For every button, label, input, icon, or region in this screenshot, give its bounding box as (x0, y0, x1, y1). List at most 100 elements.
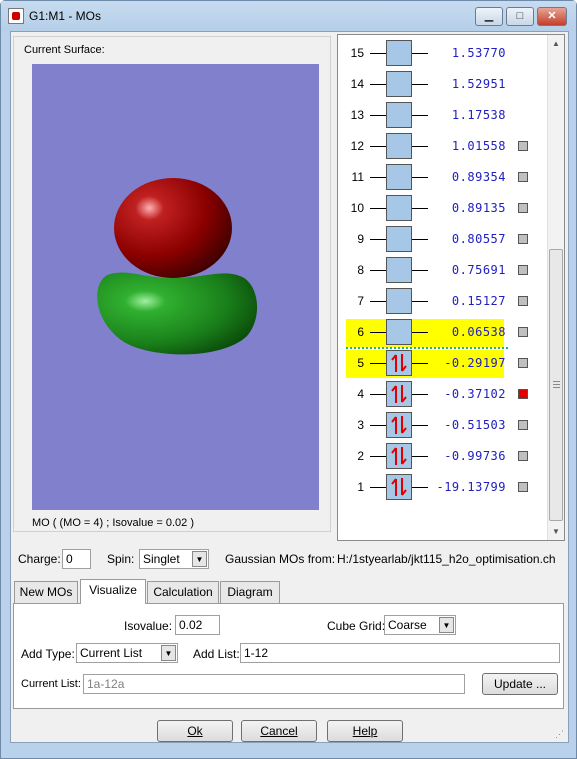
mo-level-line-right (412, 363, 428, 364)
current-list-input: 1a-12a (83, 674, 465, 694)
mo-orbital-box[interactable] (386, 412, 412, 438)
mo-energy: -0.51503 (444, 418, 506, 432)
mo-level-line-right (412, 301, 428, 302)
mo-row[interactable]: 12 1.01558 (338, 133, 548, 159)
mo-row[interactable]: 3 -0.51503 (338, 412, 548, 438)
help-button[interactable]: Help (327, 720, 403, 742)
mo-number: 13 (350, 108, 364, 122)
mo-select-square[interactable] (518, 482, 528, 492)
help-label: Help (352, 724, 378, 738)
red-lobe (114, 178, 232, 278)
chevron-down-icon[interactable]: ▼ (192, 551, 207, 567)
update-button[interactable]: Update ... (482, 673, 558, 695)
mo-energy: 0.89135 (451, 201, 506, 215)
cube-grid-select[interactable]: Coarse ▼ (384, 615, 456, 635)
charge-input[interactable]: 0 (62, 549, 91, 569)
mo-energy-list[interactable]: 15 1.53770 14 1.52951 13 1.17538 12 1.01558 11 0.… (337, 34, 565, 541)
tab-diagram[interactable]: Diagram (220, 581, 280, 603)
scroll-down-icon[interactable]: ▼ (548, 523, 564, 540)
mo-level-line-right (412, 177, 428, 178)
mo-row[interactable]: 14 1.52951 (338, 71, 548, 97)
mo-row[interactable]: 5 -0.29197 (338, 350, 548, 378)
mo-orbital-box[interactable] (386, 133, 412, 159)
electron-pair-icon (391, 478, 407, 496)
ok-button[interactable]: Ok (157, 720, 233, 742)
mo-select-square[interactable] (518, 141, 528, 151)
mo-row[interactable]: 11 0.89354 (338, 164, 548, 190)
chevron-down-icon[interactable]: ▼ (161, 645, 176, 661)
cancel-label: Cancel (260, 724, 298, 738)
mo-select-square[interactable] (518, 327, 528, 337)
mo-level-line-right (412, 239, 428, 240)
mo-level-line-left (370, 301, 386, 302)
mo-select-square[interactable] (518, 172, 528, 182)
mo-list-scrollbar[interactable]: ▲ ▼ (547, 35, 564, 540)
mo-orbital-box[interactable] (386, 381, 412, 407)
mo-select-square[interactable] (518, 389, 528, 399)
electron-pair-icon (391, 447, 407, 465)
chevron-down-icon[interactable]: ▼ (439, 617, 454, 633)
mo-select-square[interactable] (518, 265, 528, 275)
mo-select-square[interactable] (518, 451, 528, 461)
add-type-select[interactable]: Current List ▼ (76, 643, 178, 663)
scroll-up-icon[interactable]: ▲ (548, 35, 564, 52)
scrollbar-thumb[interactable] (549, 249, 563, 521)
mo-orbital-box[interactable] (386, 71, 412, 97)
mo-select-square[interactable] (518, 296, 528, 306)
mo-select-square[interactable] (518, 358, 528, 368)
mo-number: 4 (357, 387, 364, 401)
mo-select-square[interactable] (518, 420, 528, 430)
mo-orbital-box[interactable] (386, 288, 412, 314)
mo-row[interactable]: 7 0.15127 (338, 288, 548, 314)
mo-row[interactable]: 1 -19.13799 (338, 474, 548, 500)
mo-energy: -0.99736 (444, 449, 506, 463)
mo-orbital-box[interactable] (386, 102, 412, 128)
mo-number: 3 (357, 418, 364, 432)
tab-new-mos[interactable]: New MOs (14, 581, 78, 603)
mo-row[interactable]: 15 1.53770 (338, 40, 548, 66)
mo-level-line-right (412, 425, 428, 426)
resize-grip-icon[interactable]: ⋰ (555, 729, 564, 740)
mo-select-square[interactable] (518, 203, 528, 213)
mo-orbital-box[interactable] (386, 474, 412, 500)
tab-visualize[interactable]: Visualize (80, 579, 146, 604)
cancel-button[interactable]: Cancel (241, 720, 317, 742)
mo-level-line-right (412, 115, 428, 116)
mo-orbital-box[interactable] (386, 257, 412, 283)
mo-orbital-box[interactable] (386, 40, 412, 66)
mo-level-line-right (412, 53, 428, 54)
tab-calculation[interactable]: Calculation (147, 581, 219, 603)
mo-level-line-right (412, 146, 428, 147)
mo-row[interactable]: 8 0.75691 (338, 257, 548, 283)
mo-row[interactable]: 13 1.17538 (338, 102, 548, 128)
mo-level-line-left (370, 456, 386, 457)
surface-caption: MO ( (MO = 4) ; Isovalue = 0.02 ) (32, 517, 194, 529)
mo-row[interactable]: 2 -0.99736 (338, 443, 548, 469)
title-bar[interactable]: G1:M1 - MOs ▁ □ ✕ (1, 1, 576, 31)
mo-energy: -19.13799 (436, 480, 506, 494)
mo-level-line-right (412, 208, 428, 209)
mo-orbital-box[interactable] (386, 226, 412, 252)
mo-row[interactable]: 6 0.06538 (338, 319, 548, 347)
mo-orbital-box[interactable] (386, 164, 412, 190)
mo-row[interactable]: 10 0.89135 (338, 195, 548, 221)
orbital-render (97, 178, 258, 355)
surface-viewport[interactable] (32, 64, 319, 510)
mo-orbital-box[interactable] (386, 443, 412, 469)
isovalue-input[interactable]: 0.02 (175, 615, 220, 635)
mo-orbital-box[interactable] (386, 195, 412, 221)
add-list-input[interactable]: 1-12 (240, 643, 560, 663)
spin-select[interactable]: Singlet ▼ (139, 549, 209, 569)
mo-number: 2 (357, 449, 364, 463)
mo-level-line-left (370, 53, 386, 54)
close-button[interactable]: ✕ (537, 7, 567, 26)
mo-row[interactable]: 9 0.80557 (338, 226, 548, 252)
mo-energy: 0.80557 (451, 232, 506, 246)
minimize-button[interactable]: ▁ (475, 7, 503, 26)
mo-orbital-box[interactable] (386, 319, 412, 345)
mo-orbital-box[interactable] (386, 350, 412, 376)
mo-select-square[interactable] (518, 234, 528, 244)
mo-row[interactable]: 4 -0.37102 (338, 381, 548, 407)
dialog-body: Current Surface: MO ((MO = 4) ; Isovalu… (10, 31, 569, 743)
maximize-button[interactable]: □ (506, 7, 534, 26)
